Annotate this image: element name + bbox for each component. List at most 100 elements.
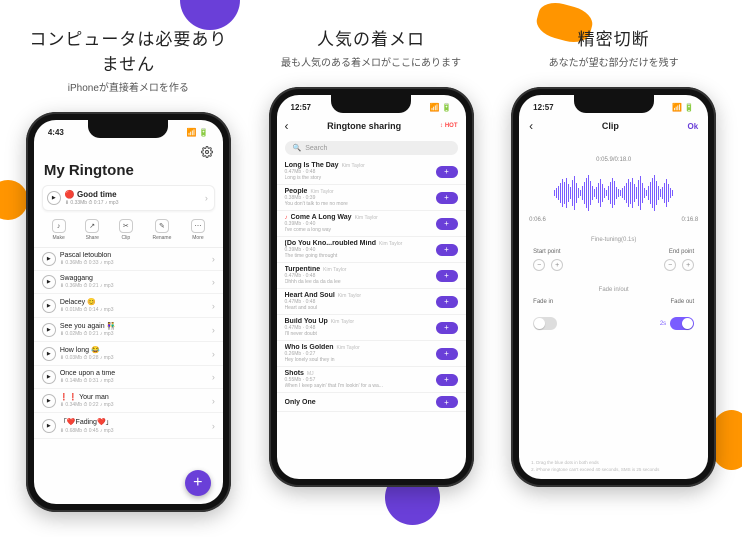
list-item[interactable]: ▶Delacey 😊⬇ 0.01Mb ⏱ 0:14 ♪ mp3› — [34, 294, 223, 318]
row-sub: When I keep sayin' that I'm lookin' for … — [285, 383, 431, 389]
start-minus-button[interactable]: − — [533, 259, 545, 271]
add-pill-button[interactable]: + — [436, 296, 458, 308]
list-item[interactable]: ▶Once upon a time⬇ 0.14Mb ⏱ 0:31 ♪ mp3› — [34, 366, 223, 389]
row-meta: ⬇ 0.36Mb ⏱ 0:21 ♪ mp3 — [60, 283, 208, 289]
ok-button[interactable]: Ok — [687, 122, 698, 131]
row-title: 「❤️Fading❤️」 — [60, 417, 208, 427]
row-meta: ⬇ 0.03Mb ⏱ 0:28 ♪ mp3 — [60, 355, 208, 361]
start-time: 0:06.6 — [529, 217, 546, 223]
list-item[interactable]: ShotsMJ0.55Mb · 0:57When I keep sayin' t… — [277, 367, 466, 393]
search-icon: 🔍 — [293, 144, 302, 152]
row-meta: ⬇ 0.68Mb ⏱ 0:45 ♪ mp3 — [60, 428, 208, 434]
row-title: People — [285, 188, 308, 195]
list-item[interactable]: (Do You Kno...roubled MindKim Taylor0.39… — [277, 237, 466, 263]
list-item[interactable]: ▶Pascal letoublon⬇ 0.36Mb ⏱ 0:33 ♪ mp3› — [34, 248, 223, 271]
add-pill-button[interactable]: + — [436, 322, 458, 334]
list-item[interactable]: PeopleKim Taylor0.38Mb · 0:39You don't t… — [277, 185, 466, 211]
row-title: See you again 👫 — [60, 322, 208, 330]
play-icon[interactable]: ▶ — [47, 191, 61, 205]
action-more[interactable]: ⋯More — [191, 219, 205, 241]
list-item[interactable]: ▶How long 😂⬇ 0.03Mb ⏱ 0:28 ♪ mp3› — [34, 342, 223, 366]
list-item[interactable]: ♪ Come A Long WayKim Taylor0.39Mb · 0:40… — [277, 211, 466, 237]
list-item[interactable]: Heart And SoulKim Taylor0.47Mb · 0:48Hea… — [277, 289, 466, 315]
featured-row[interactable]: ▶ 🔴 Good time ⬇ 0.33Mb ⏱ 0:17 ♪ mp3 › — [42, 185, 215, 211]
status-time: 12:57 — [291, 103, 311, 112]
chevron-right-icon: › — [212, 372, 215, 382]
end-point-label: End point — [669, 249, 694, 255]
start-plus-button[interactable]: + — [551, 259, 563, 271]
waveform[interactable] — [529, 173, 698, 213]
fade-in-toggle[interactable] — [533, 317, 557, 330]
add-pill-button[interactable]: + — [436, 218, 458, 230]
end-plus-button[interactable]: + — [682, 259, 694, 271]
gear-icon[interactable] — [201, 146, 213, 158]
row-title: Once upon a time — [60, 370, 208, 377]
list-item[interactable]: ▶❗❗ Your man⬇ 0.34Mb ⏱ 0:22 ♪ mp3› — [34, 389, 223, 413]
play-icon[interactable]: ▶ — [42, 419, 56, 433]
row-title: (Do You Kno...roubled Mind — [285, 240, 377, 247]
list-item[interactable]: TurpentineKim Taylor0.47Mb · 0:48Ohhh da… — [277, 263, 466, 289]
timecode: 0:05.9/0:18.0 — [519, 157, 708, 163]
list-item[interactable]: ▶「❤️Fading❤️」⬇ 0.68Mb ⏱ 0:45 ♪ mp3› — [34, 413, 223, 439]
fade-out-label: Fade out — [670, 299, 694, 305]
status-time: 4:43 — [48, 128, 64, 137]
row-title: Swaggang — [60, 275, 208, 282]
play-icon[interactable]: ▶ — [42, 323, 56, 337]
chevron-right-icon: › — [212, 254, 215, 264]
chevron-right-icon: › — [212, 277, 215, 287]
play-icon[interactable]: ▶ — [42, 347, 56, 361]
phone-frame: 4:43 📶🔋 My Ringtone ▶ 🔴 Good time ⬇ 0.33… — [26, 112, 231, 512]
rename-icon: ✎ — [155, 219, 169, 233]
footnote: 1. Drag the blue dots in both ends 2. iP… — [519, 460, 708, 473]
add-pill-button[interactable]: + — [436, 192, 458, 204]
end-time: 0:16.8 — [681, 217, 698, 223]
nav-title: Ringtone sharing — [327, 121, 401, 131]
more-icon: ⋯ — [191, 219, 205, 233]
play-icon[interactable]: ▶ — [42, 299, 56, 313]
page-title: My Ringtone — [34, 160, 223, 185]
action-clip[interactable]: ✂Clip — [119, 219, 133, 241]
add-pill-button[interactable]: + — [436, 348, 458, 360]
play-icon[interactable]: ▶ — [42, 252, 56, 266]
fade-in-label: Fade in — [533, 299, 553, 305]
play-icon[interactable]: ▶ — [42, 370, 56, 384]
play-icon[interactable]: ▶ — [42, 394, 56, 408]
subline: 最も人気のある着メロがここにあります — [281, 54, 461, 69]
back-icon[interactable]: ‹ — [285, 119, 289, 133]
row-sub: Long is the story — [285, 175, 431, 181]
row-sub: I'll never doubt — [285, 331, 431, 337]
row-sub: The time going throught — [285, 253, 431, 259]
row-sub: I've come a long way — [285, 227, 431, 233]
hot-tab[interactable]: ↕ HOT — [440, 123, 458, 129]
search-input[interactable]: 🔍 Search — [285, 141, 458, 155]
action-rename[interactable]: ✎Rename — [152, 219, 171, 241]
play-icon[interactable]: ▶ — [42, 275, 56, 289]
add-pill-button[interactable]: + — [436, 244, 458, 256]
add-pill-button[interactable]: + — [436, 166, 458, 178]
screenshot-1: コンピュータは必要ありません iPhoneが直接着メロを作る 4:43 📶🔋 M… — [22, 25, 235, 512]
end-minus-button[interactable]: − — [664, 259, 676, 271]
back-icon[interactable]: ‹ — [529, 119, 533, 133]
add-pill-button[interactable]: + — [436, 270, 458, 282]
list-item[interactable]: Who Is GoldenKim Taylor0.26Mb · 0:27Hey … — [277, 341, 466, 367]
row-title: Heart And Soul — [285, 292, 335, 299]
list-item[interactable]: Long Is The DayKim Taylor0.47Mb · 0:48Lo… — [277, 159, 466, 185]
list-item[interactable]: Only One+ — [277, 393, 466, 412]
share-icon: ↗ — [85, 219, 99, 233]
row-title: Long Is The Day — [285, 162, 339, 169]
row-meta: ⬇ 0.34Mb ⏱ 0:22 ♪ mp3 — [60, 402, 208, 408]
action-share[interactable]: ↗Share — [85, 219, 99, 241]
list-item[interactable]: Build You UpKim Taylor0.47Mb · 0:48I'll … — [277, 315, 466, 341]
action-make[interactable]: ♪Make — [52, 219, 66, 241]
add-pill-button[interactable]: + — [436, 374, 458, 386]
add-button[interactable]: + — [185, 470, 211, 496]
nav-title: Clip — [602, 121, 619, 131]
add-pill-button[interactable]: + — [436, 396, 458, 408]
make-icon: ♪ — [52, 219, 66, 233]
list-item[interactable]: ▶See you again 👫⬇ 0.02Mb ⏱ 0:21 ♪ mp3› — [34, 318, 223, 342]
subline: iPhoneが直接着メロを作る — [68, 79, 189, 94]
row-meta: ⬇ 0.01Mb ⏱ 0:14 ♪ mp3 — [60, 307, 208, 313]
list-item[interactable]: ▶ Swaggang⬇ 0.36Mb ⏱ 0:21 ♪ mp3 › — [34, 271, 223, 294]
fade-out-toggle[interactable] — [670, 317, 694, 330]
row-artist: Kim Taylor — [355, 215, 378, 221]
